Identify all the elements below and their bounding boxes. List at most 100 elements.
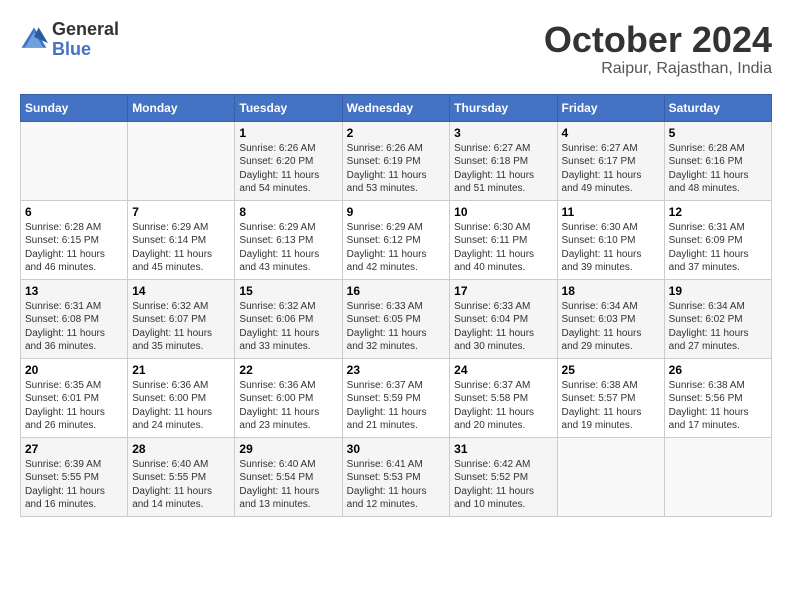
day-info: Sunrise: 6:36 AM Sunset: 6:00 PM Dayligh…: [239, 379, 337, 433]
day-cell: 6Sunrise: 6:28 AM Sunset: 6:15 PM Daylig…: [21, 200, 128, 279]
week-row-4: 20 Sunrise: 6:35 AM Sunset: 6:01 PM Dayli…: [21, 358, 772, 437]
day-cell: 30 Sunrise: 6:41 AM Sunset: 5:53 PM Dayli…: [342, 437, 450, 516]
day-number: 10: [454, 205, 552, 219]
day-info: Sunrise: 6:33 AM Sunset: 6:04 PM Dayligh…: [454, 300, 552, 354]
day-cell: 31Sunrise: 6:42 AM Sunset: 5:52 PM Dayli…: [450, 437, 557, 516]
day-cell: 2 Sunrise: 6:26 AM Sunset: 6:19 PM Daylig…: [342, 121, 450, 200]
day-number: 19: [669, 284, 767, 298]
day-number: 8: [239, 205, 337, 219]
column-header-tuesday: Tuesday: [235, 94, 342, 121]
day-cell: 19 Sunrise: 6:34 AM Sunset: 6:02 PM Dayli…: [664, 279, 771, 358]
day-number: 21: [132, 363, 230, 377]
day-cell: 23 Sunrise: 6:37 AM Sunset: 5:59 PM Dayli…: [342, 358, 450, 437]
day-number: 12: [669, 205, 767, 219]
logo-text: General Blue: [52, 20, 119, 60]
column-header-monday: Monday: [128, 94, 235, 121]
day-info: Sunrise: 6:38 AM Sunset: 5:57 PM Dayligh…: [562, 379, 660, 433]
day-number: 9: [347, 205, 446, 219]
day-info: Sunrise: 6:29 AM Sunset: 6:13 PM Dayligh…: [239, 221, 337, 275]
day-cell: [21, 121, 128, 200]
day-cell: 18 Sunrise: 6:34 AM Sunset: 6:03 PM Dayli…: [557, 279, 664, 358]
day-cell: 21 Sunrise: 6:36 AM Sunset: 6:00 PM Dayli…: [128, 358, 235, 437]
day-cell: 11 Sunrise: 6:30 AM Sunset: 6:10 PM Dayli…: [557, 200, 664, 279]
day-number: 17: [454, 284, 552, 298]
day-cell: 9 Sunrise: 6:29 AM Sunset: 6:12 PM Daylig…: [342, 200, 450, 279]
day-info: Sunrise: 6:39 AM Sunset: 5:55 PM Dayligh…: [25, 458, 123, 512]
day-info: Sunrise: 6:38 AM Sunset: 5:56 PM Dayligh…: [669, 379, 767, 433]
day-cell: 15 Sunrise: 6:32 AM Sunset: 6:06 PM Dayli…: [235, 279, 342, 358]
logo-icon: [20, 26, 48, 54]
title-area: October 2024 Raipur, Rajasthan, India: [544, 20, 772, 78]
day-number: 5: [669, 126, 767, 140]
day-number: 18: [562, 284, 660, 298]
calendar-header-row: SundayMondayTuesdayWednesdayThursdayFrid…: [21, 94, 772, 121]
day-number: 1: [239, 126, 337, 140]
day-number: 4: [562, 126, 660, 140]
day-cell: 22 Sunrise: 6:36 AM Sunset: 6:00 PM Dayli…: [235, 358, 342, 437]
day-cell: [128, 121, 235, 200]
day-info: Sunrise: 6:28 AM Sunset: 6:16 PM Dayligh…: [669, 142, 767, 196]
day-cell: 29Sunrise: 6:40 AM Sunset: 5:54 PM Dayli…: [235, 437, 342, 516]
day-info: Sunrise: 6:31 AM Sunset: 6:08 PM Dayligh…: [25, 300, 123, 354]
day-number: 20: [25, 363, 123, 377]
logo-blue-text: Blue: [52, 39, 91, 59]
day-cell: 7Sunrise: 6:29 AM Sunset: 6:14 PM Daylig…: [128, 200, 235, 279]
column-header-thursday: Thursday: [450, 94, 557, 121]
week-row-3: 13 Sunrise: 6:31 AM Sunset: 6:08 PM Dayli…: [21, 279, 772, 358]
logo: General Blue: [20, 20, 119, 60]
day-number: 2: [347, 126, 446, 140]
month-title: October 2024: [544, 20, 772, 60]
day-info: Sunrise: 6:37 AM Sunset: 5:59 PM Dayligh…: [347, 379, 446, 433]
column-header-saturday: Saturday: [664, 94, 771, 121]
day-cell: 27 Sunrise: 6:39 AM Sunset: 5:55 PM Dayli…: [21, 437, 128, 516]
day-cell: 5 Sunrise: 6:28 AM Sunset: 6:16 PM Daylig…: [664, 121, 771, 200]
day-info: Sunrise: 6:26 AM Sunset: 6:20 PM Dayligh…: [239, 142, 337, 196]
day-number: 27: [25, 442, 123, 456]
day-number: 16: [347, 284, 446, 298]
calendar-table: SundayMondayTuesdayWednesdayThursdayFrid…: [20, 94, 772, 517]
week-row-2: 6Sunrise: 6:28 AM Sunset: 6:15 PM Daylig…: [21, 200, 772, 279]
day-cell: 17 Sunrise: 6:33 AM Sunset: 6:04 PM Dayli…: [450, 279, 557, 358]
day-number: 11: [562, 205, 660, 219]
day-info: Sunrise: 6:33 AM Sunset: 6:05 PM Dayligh…: [347, 300, 446, 354]
day-number: 23: [347, 363, 446, 377]
day-cell: [557, 437, 664, 516]
day-info: Sunrise: 6:31 AM Sunset: 6:09 PM Dayligh…: [669, 221, 767, 275]
logo-general-text: General: [52, 19, 119, 39]
day-info: Sunrise: 6:29 AM Sunset: 6:12 PM Dayligh…: [347, 221, 446, 275]
day-info: Sunrise: 6:32 AM Sunset: 6:06 PM Dayligh…: [239, 300, 337, 354]
location-text: Raipur, Rajasthan, India: [544, 60, 772, 78]
day-number: 26: [669, 363, 767, 377]
day-cell: 20 Sunrise: 6:35 AM Sunset: 6:01 PM Dayli…: [21, 358, 128, 437]
day-info: Sunrise: 6:36 AM Sunset: 6:00 PM Dayligh…: [132, 379, 230, 433]
day-number: 22: [239, 363, 337, 377]
page-header: General Blue October 2024 Raipur, Rajast…: [20, 20, 772, 78]
day-cell: 13 Sunrise: 6:31 AM Sunset: 6:08 PM Dayli…: [21, 279, 128, 358]
column-header-wednesday: Wednesday: [342, 94, 450, 121]
day-cell: 25 Sunrise: 6:38 AM Sunset: 5:57 PM Dayli…: [557, 358, 664, 437]
day-info: Sunrise: 6:34 AM Sunset: 6:02 PM Dayligh…: [669, 300, 767, 354]
day-cell: 24Sunrise: 6:37 AM Sunset: 5:58 PM Dayli…: [450, 358, 557, 437]
day-number: 30: [347, 442, 446, 456]
day-cell: 14 Sunrise: 6:32 AM Sunset: 6:07 PM Dayli…: [128, 279, 235, 358]
day-info: Sunrise: 6:27 AM Sunset: 6:17 PM Dayligh…: [562, 142, 660, 196]
column-header-friday: Friday: [557, 94, 664, 121]
day-info: Sunrise: 6:30 AM Sunset: 6:11 PM Dayligh…: [454, 221, 552, 275]
day-number: 14: [132, 284, 230, 298]
day-info: Sunrise: 6:35 AM Sunset: 6:01 PM Dayligh…: [25, 379, 123, 433]
day-number: 31: [454, 442, 552, 456]
day-number: 15: [239, 284, 337, 298]
day-info: Sunrise: 6:32 AM Sunset: 6:07 PM Dayligh…: [132, 300, 230, 354]
day-number: 25: [562, 363, 660, 377]
day-info: Sunrise: 6:28 AM Sunset: 6:15 PM Dayligh…: [25, 221, 123, 275]
day-cell: [664, 437, 771, 516]
day-cell: 10 Sunrise: 6:30 AM Sunset: 6:11 PM Dayli…: [450, 200, 557, 279]
day-info: Sunrise: 6:26 AM Sunset: 6:19 PM Dayligh…: [347, 142, 446, 196]
day-cell: 8 Sunrise: 6:29 AM Sunset: 6:13 PM Daylig…: [235, 200, 342, 279]
day-number: 13: [25, 284, 123, 298]
day-info: Sunrise: 6:34 AM Sunset: 6:03 PM Dayligh…: [562, 300, 660, 354]
day-info: Sunrise: 6:29 AM Sunset: 6:14 PM Dayligh…: [132, 221, 230, 275]
day-info: Sunrise: 6:41 AM Sunset: 5:53 PM Dayligh…: [347, 458, 446, 512]
day-info: Sunrise: 6:30 AM Sunset: 6:10 PM Dayligh…: [562, 221, 660, 275]
day-info: Sunrise: 6:40 AM Sunset: 5:55 PM Dayligh…: [132, 458, 230, 512]
